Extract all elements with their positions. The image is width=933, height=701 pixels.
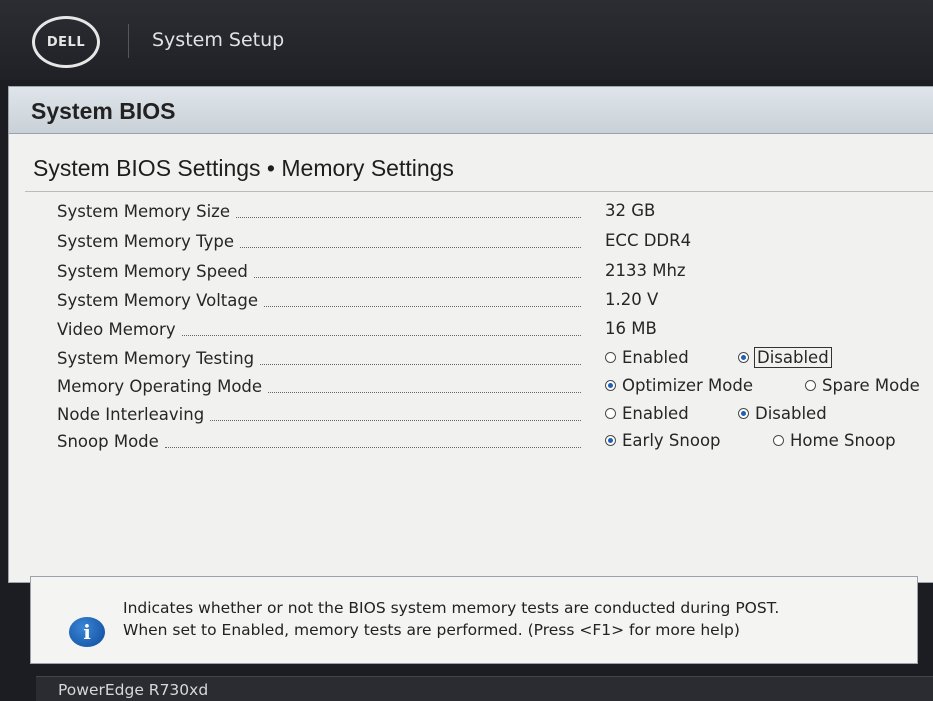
setting-label: System Memory Voltage: [57, 288, 581, 312]
radio-home-snoop[interactable]: Home Snoop: [773, 431, 896, 450]
radio-enabled[interactable]: Enabled: [605, 348, 689, 367]
help-line-2: When set to Enabled, memory tests are pe…: [123, 621, 740, 639]
setting-row-memory-speed: System Memory Speed 2133 Mhz: [9, 259, 933, 283]
setting-value: 2133 Mhz: [605, 261, 686, 280]
setting-label: System Memory Type: [57, 229, 581, 253]
setting-value: 16 MB: [605, 319, 657, 338]
radio-circle: [738, 352, 749, 363]
setting-row-memory-testing: System Memory Testing Enabled Disabled: [9, 346, 933, 370]
setting-label: System Memory Testing: [57, 346, 581, 370]
help-box: i Indicates whether or not the BIOS syst…: [30, 576, 918, 664]
divider: [128, 24, 129, 58]
section-title: System BIOS Settings • Memory Settings: [33, 155, 454, 181]
setting-value: 32 GB: [605, 201, 656, 220]
setting-label: Video Memory: [57, 317, 581, 341]
section-divider: [25, 191, 933, 192]
radio-early-snoop[interactable]: Early Snoop: [605, 431, 721, 450]
settings-panel: System BIOS System BIOS Settings • Memor…: [8, 86, 933, 583]
setting-row-memory-type: System Memory Type ECC DDR4: [9, 229, 933, 253]
model-name: PowerEdge R730xd: [58, 681, 209, 699]
setting-label: System Memory Size: [57, 199, 581, 223]
setting-value: ECC DDR4: [605, 231, 692, 250]
radio-disabled[interactable]: Disabled: [738, 404, 827, 423]
radio-enabled[interactable]: Enabled: [605, 404, 689, 423]
footer-bar: PowerEdge R730xd: [36, 676, 933, 701]
panel-header: System BIOS: [9, 87, 933, 134]
dell-logo: DELL: [32, 16, 100, 68]
setting-row-video-memory: Video Memory 16 MB: [9, 317, 933, 341]
radio-circle: [605, 352, 616, 363]
panel-title: System BIOS: [31, 98, 176, 124]
radio-circle: [738, 408, 749, 419]
info-icon: i: [69, 617, 105, 647]
setting-label: Snoop Mode: [57, 429, 581, 453]
radio-circle: [605, 408, 616, 419]
radio-circle: [773, 435, 784, 446]
setting-row-memory-size: System Memory Size 32 GB: [9, 199, 933, 223]
radio-circle: [605, 380, 616, 391]
setting-label: System Memory Speed: [57, 259, 581, 283]
setting-row-node-interleaving: Node Interleaving Enabled Disabled: [9, 402, 933, 426]
setting-row-snoop-mode: Snoop Mode Early Snoop Home Snoop: [9, 429, 933, 453]
setting-row-memory-operating-mode: Memory Operating Mode Optimizer Mode Spa…: [9, 374, 933, 398]
radio-disabled[interactable]: Disabled: [738, 347, 832, 368]
setting-label: Node Interleaving: [57, 402, 581, 426]
setting-label: Memory Operating Mode: [57, 374, 581, 398]
radio-optimizer-mode[interactable]: Optimizer Mode: [605, 376, 753, 395]
help-text: Indicates whether or not the BIOS system…: [123, 597, 903, 641]
radio-circle: [805, 380, 816, 391]
app-title: System Setup: [152, 29, 285, 51]
radio-spare-mode[interactable]: Spare Mode: [805, 376, 920, 395]
help-line-1: Indicates whether or not the BIOS system…: [123, 599, 780, 617]
logo-text: DELL: [46, 34, 86, 50]
setting-value: 1.20 V: [605, 290, 659, 309]
setting-row-memory-voltage: System Memory Voltage 1.20 V: [9, 288, 933, 312]
radio-circle: [605, 435, 616, 446]
top-bar: DELL System Setup: [0, 0, 933, 80]
